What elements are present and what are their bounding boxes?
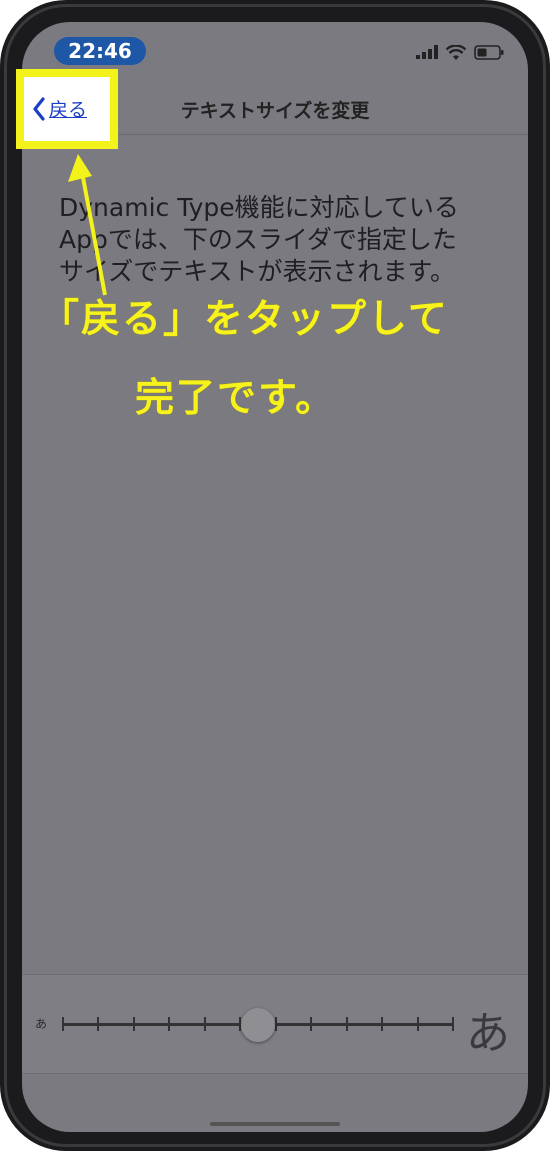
slider-tick (97, 1017, 99, 1031)
slider-tick (310, 1017, 312, 1031)
slider-tick (133, 1017, 135, 1031)
slider-min-label: あ (35, 1017, 48, 1031)
slider-tick (168, 1017, 170, 1031)
description-line-1: Dynamic Type機能に対応している (59, 193, 459, 222)
annotation-caption-line-1: 「戻る」をタップして (40, 297, 449, 342)
description-line-2: Appでは、下のスライダで指定した (59, 225, 457, 254)
slider-tick (62, 1017, 64, 1031)
home-indicator (210, 1122, 340, 1126)
annotation-caption-line-2: 完了です。 (135, 376, 337, 421)
slider-knob[interactable] (241, 1008, 275, 1042)
slider-tick (417, 1017, 419, 1031)
battery-icon (474, 44, 504, 60)
status-time: 22:46 (54, 37, 146, 65)
annotation-arrow (68, 154, 107, 296)
slider-tick (275, 1017, 277, 1031)
description-line-3: サイズでテキストが表示されます。 (59, 257, 456, 286)
wifi-icon (446, 44, 466, 60)
slider-max-label: あ (466, 1008, 510, 1059)
status-bar: 22:46 (22, 22, 528, 72)
text-size-slider-panel: あ あ (22, 974, 528, 1074)
slider-tick (204, 1017, 206, 1031)
back-button[interactable]: 戻る (32, 95, 87, 122)
slider-tick (381, 1017, 383, 1031)
slider-tick (452, 1017, 454, 1031)
back-button-label: 戻る (49, 99, 88, 121)
slider-tick (346, 1017, 348, 1031)
description-text: Dynamic Type機能に対応している Appでは、下のスライダで指定した … (59, 192, 499, 288)
chevron-left-icon (33, 96, 45, 121)
back-button-highlight: 戻る (16, 69, 118, 149)
status-icons (416, 42, 504, 62)
cellular-signal-icon (416, 45, 438, 59)
